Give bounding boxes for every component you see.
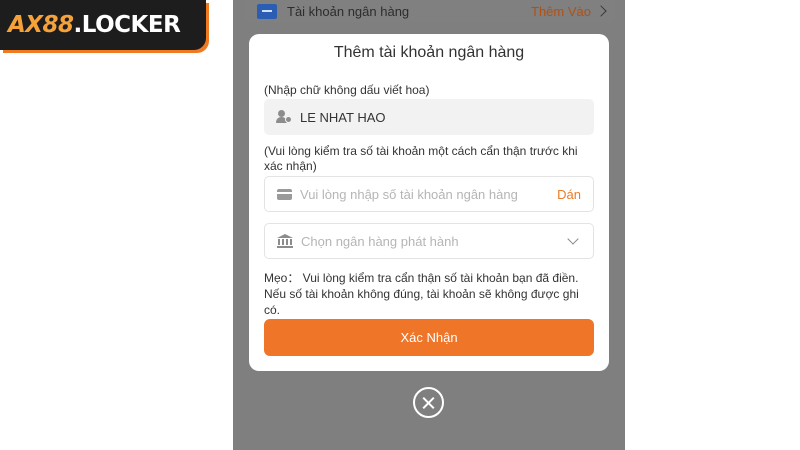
account-number-input[interactable]: Vui lòng nhập số tài khoản ngân hàng Dán xyxy=(264,176,594,212)
logo-suffix: .LOCKER xyxy=(73,12,181,38)
account-number-placeholder: Vui lòng nhập số tài khoản ngân hàng xyxy=(300,186,518,202)
user-verified-icon xyxy=(276,110,292,124)
bank-select[interactable]: Chọn ngân hàng phát hành xyxy=(264,223,594,259)
name-hint: (Nhập chữ không dấu viết hoa) xyxy=(264,83,430,97)
paste-button[interactable]: Dán xyxy=(557,187,581,202)
left-background xyxy=(0,0,233,450)
bank-icon xyxy=(277,234,293,248)
add-bank-account-dialog: Thêm tài khoản ngân hàng (Nhập chữ không… xyxy=(249,34,609,371)
bank-row-label: Tài khoản ngân hàng xyxy=(287,3,410,19)
brand-logo: AX88.LOCKER xyxy=(0,0,206,50)
bank-card-icon xyxy=(257,3,277,19)
dialog-title: Thêm tài khoản ngân hàng xyxy=(333,44,525,61)
account-hint: (Vui lòng kiểm tra số tài khoản một cách… xyxy=(264,144,578,173)
tip-text: Mẹo： Vui lòng kiểm tra cẩn thận số tài k… xyxy=(264,271,579,317)
add-bank-link[interactable]: Thêm Vào xyxy=(531,4,591,19)
account-holder-field[interactable]: LE NHAT HAO xyxy=(264,99,594,135)
bank-account-row[interactable]: Tài khoản ngân hàng Thêm Vào xyxy=(245,0,615,22)
chevron-right-icon xyxy=(595,5,607,17)
account-holder-value: LE NHAT HAO xyxy=(300,109,386,125)
logo-text: AX88.LOCKER xyxy=(8,12,181,38)
card-icon xyxy=(277,188,292,200)
chevron-down-icon[interactable] xyxy=(567,233,579,245)
right-background xyxy=(625,0,800,450)
bank-select-placeholder: Chọn ngân hàng phát hành xyxy=(301,233,459,249)
logo-prefix: AX88 xyxy=(8,12,74,38)
close-icon[interactable] xyxy=(413,387,444,418)
confirm-button[interactable]: Xác Nhận xyxy=(264,319,594,356)
